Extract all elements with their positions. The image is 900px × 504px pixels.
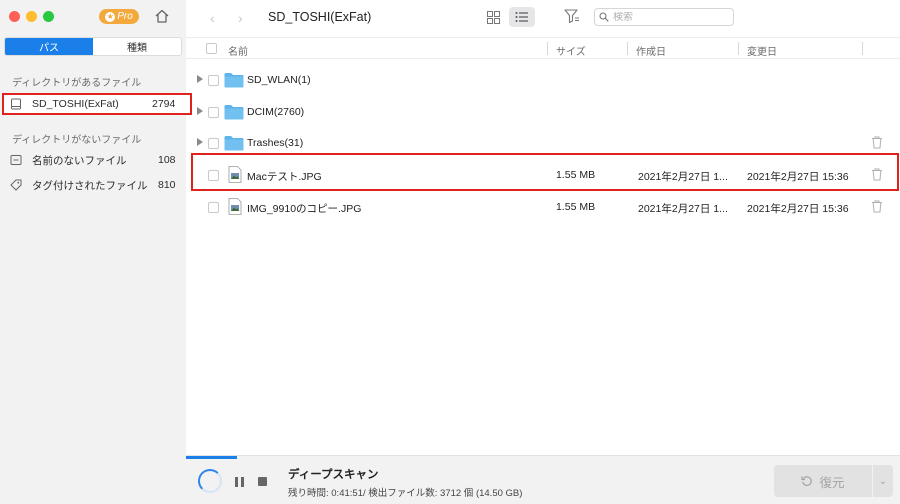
file-name: Trashes(31) [247,137,304,149]
table-row[interactable]: DCIM(2760) [186,97,900,128]
chevron-down-icon: ⌄ [878,475,888,487]
column-name[interactable]: 名前 [228,43,248,58]
sidebar-item-unnamed-count: 108 [158,154,176,166]
sidebar-item-drive[interactable]: SD_TOSHI(ExFat) 2794 [2,93,192,115]
sidebar-item-tagged[interactable]: タグ付けされたファイル 810 [4,174,190,196]
selection-highlight [191,153,899,191]
folder-minus-icon [10,155,22,165]
path-title: SD_TOSHI(ExFat) [268,10,372,24]
restore-dropdown-button[interactable]: ⌄ [873,465,893,497]
forward-icon[interactable]: › [238,10,243,26]
scan-title: ディープスキャン [288,469,379,481]
home-icon[interactable] [154,8,170,24]
sidebar-view-toggle: パス 種類 [4,37,182,56]
scan-info: 残り時間: 0:41:51/ 検出ファイル数: 3712 個 (14.50 GB… [288,488,523,499]
tag-icon [10,179,22,191]
grid-icon [486,10,500,24]
scan-status-bar: ディープスキャン 残り時間: 0:41:51/ 検出ファイル数: 3712 個 … [186,455,900,504]
table-row[interactable]: SD_WLAN(1) [186,65,900,96]
sidebar: ★ Pro パス 種類 ディレクトリがあるファイル SD_TOSHI(ExFat… [0,0,192,504]
window-controls [9,11,54,22]
column-divider[interactable] [738,42,739,55]
column-created[interactable]: 作成日 [636,43,666,58]
stop-icon[interactable] [258,477,267,486]
filter-icon[interactable] [564,9,580,24]
sidebar-item-drive-label: SD_TOSHI(ExFat) [32,98,119,110]
sidebar-item-unnamed-label: 名前のないファイル [32,154,127,167]
select-all-checkbox[interactable] [206,43,217,54]
row-checkbox[interactable] [208,202,219,213]
search-box [594,8,734,26]
file-modified: 2021年2月27日 15:36 [747,203,849,215]
scan-spinner-icon [198,469,222,493]
close-window-button[interactable] [9,11,20,22]
section-label-without-directory: ディレクトリがないファイル [12,135,142,146]
table-row[interactable]: IMG_9910のコピー.JPG 1.55 MB 2021年2月27日 1...… [186,192,900,223]
zoom-window-button[interactable] [43,11,54,22]
file-name: DCIM(2760) [247,106,305,118]
drive-icon [11,98,21,110]
column-divider[interactable] [862,42,863,55]
restore-icon [801,476,813,486]
folder-icon [224,73,244,88]
column-divider[interactable] [547,42,548,55]
toolbar: ‹ › SD_TOSHI(ExFat) [186,0,900,35]
file-name: IMG_9910のコピー.JPG [247,203,362,215]
disclosure-triangle-icon[interactable] [197,138,203,146]
disclosure-triangle-icon[interactable] [197,75,203,83]
row-checkbox[interactable] [208,75,219,86]
scan-progress-bar [186,456,237,459]
search-icon [599,12,609,22]
pro-label: Pro [117,11,133,22]
file-name: SD_WLAN(1) [247,74,311,86]
trash-icon[interactable] [871,136,883,149]
list-view-button[interactable] [509,7,535,27]
trash-icon[interactable] [871,200,883,213]
row-checkbox[interactable] [208,107,219,118]
grid-view-button[interactable] [480,7,506,27]
tab-path[interactable]: パス [5,38,93,55]
sidebar-item-drive-count: 2794 [152,98,176,110]
file-size: 1.55 MB [556,201,596,213]
minimize-window-button[interactable] [26,11,37,22]
row-checkbox[interactable] [208,138,219,149]
file-created: 2021年2月27日 1... [638,203,728,215]
list-icon [515,12,528,22]
sidebar-item-tagged-label: タグ付けされたファイル [32,179,148,192]
sidebar-item-tagged-count: 810 [158,179,176,191]
pause-icon[interactable] [235,477,244,487]
folder-icon [224,105,244,120]
restore-label: 復元 [819,475,845,490]
column-modified[interactable]: 変更日 [747,43,777,58]
back-icon[interactable]: ‹ [210,10,215,26]
pro-badge[interactable]: ★ Pro [99,9,139,24]
search-input[interactable] [613,11,723,23]
restore-button[interactable]: 復元 [774,465,872,497]
column-size[interactable]: サイズ [556,43,586,58]
sidebar-item-unnamed[interactable]: 名前のないファイル 108 [4,149,190,171]
column-header: 名前 サイズ 作成日 変更日 [186,37,900,59]
disclosure-triangle-icon[interactable] [197,107,203,115]
tab-type[interactable]: 種類 [93,38,181,55]
star-icon: ★ [105,11,116,22]
section-label-with-directory: ディレクトリがあるファイル [12,78,142,89]
column-divider[interactable] [627,42,628,55]
image-file-icon [228,198,242,215]
folder-icon [224,136,244,151]
